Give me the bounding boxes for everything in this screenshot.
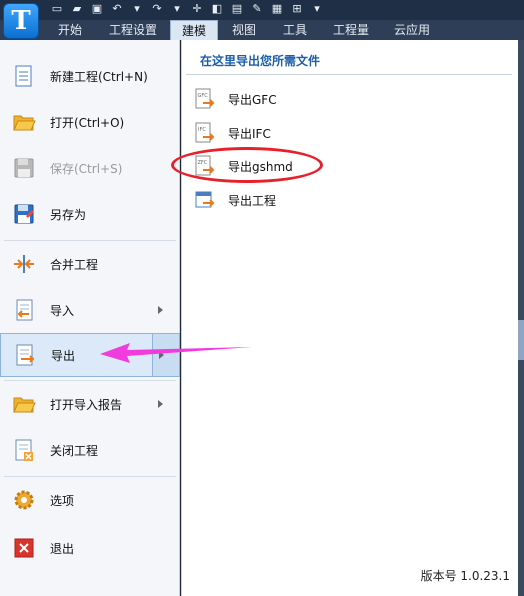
app-logo-button[interactable]: T	[3, 3, 39, 39]
background-scrollbar[interactable]	[518, 320, 524, 360]
open-folder-icon[interactable]: ▰	[70, 2, 84, 16]
menu-item-label: 退出	[50, 541, 75, 556]
export-item-label: 导出GFC	[228, 92, 277, 107]
exit-icon	[14, 538, 34, 558]
tab-tools[interactable]: 工具	[276, 20, 314, 40]
zfc-file-icon: ZFC	[195, 155, 215, 176]
menu-item-import[interactable]: 导入	[0, 288, 180, 332]
export-gfc-item[interactable]: GFC 导出GFC	[190, 86, 510, 112]
menu-item-open[interactable]: 打开(Ctrl+O)	[0, 100, 180, 144]
menu-item-label: 打开(Ctrl+O)	[50, 115, 125, 130]
tab-start[interactable]: 开始	[48, 20, 92, 40]
gfc-file-icon: GFC	[195, 88, 215, 109]
version-label: 版本号 1.0.23.1	[420, 569, 510, 583]
submenu-arrow-icon	[159, 351, 164, 359]
menu-item-label: 选项	[50, 493, 75, 508]
menu-item-close-project[interactable]: 关闭工程	[0, 428, 180, 472]
save-disk-icon	[14, 158, 34, 178]
customize-dropdown-icon[interactable]: ▾	[310, 2, 324, 16]
export-submenu-panel: 在这里导出您所需文件 GFC 导出GFC IFC 导出IFC ZFC 导出gsh…	[181, 40, 518, 596]
file-menu: 新建工程(Ctrl+N) 打开(Ctrl+O) 保存(Ctrl+S) 另存为 合…	[0, 40, 180, 596]
menu-separator	[4, 380, 176, 381]
tab-quantities[interactable]: 工程量	[326, 20, 376, 40]
menu-item-open-import-report[interactable]: 打开导入报告	[0, 382, 180, 426]
dropdown-arrow-icon[interactable]: ▾	[170, 2, 184, 16]
grid-icon[interactable]: ▦	[270, 2, 284, 16]
svg-text:IFC: IFC	[198, 127, 206, 133]
menu-separator	[4, 240, 176, 241]
new-file-icon[interactable]: ▭	[50, 2, 64, 16]
new-file-icon	[15, 65, 32, 87]
export-project-icon	[195, 191, 215, 208]
panel-header: 在这里导出您所需文件	[200, 54, 321, 68]
menu-item-label: 导出	[51, 348, 76, 363]
svg-text:ZFC: ZFC	[198, 160, 208, 166]
export-ifc-item[interactable]: IFC 导出IFC	[190, 120, 510, 146]
tab-modeling[interactable]: 建模	[170, 20, 218, 40]
import-icon	[16, 299, 33, 321]
menu-item-label: 保存(Ctrl+S)	[50, 161, 123, 176]
screen-icon[interactable]: ▤	[230, 2, 244, 16]
menu-item-label: 新建工程(Ctrl+N)	[50, 69, 148, 84]
menu-item-label: 关闭工程	[50, 443, 99, 458]
menu-item-exit[interactable]: 退出	[0, 526, 180, 570]
merge-icon	[14, 255, 34, 273]
open-report-icon	[13, 397, 36, 413]
export-gshmd-item[interactable]: ZFC 导出gshmd	[190, 153, 510, 179]
save-as-icon	[14, 204, 34, 224]
dropdown-arrow-icon[interactable]: ▾	[130, 2, 144, 16]
menu-item-label: 合并工程	[50, 257, 99, 272]
add-icon[interactable]: ⊞	[290, 2, 304, 16]
export-item-label: 导出工程	[228, 193, 277, 208]
svg-text:GFC: GFC	[198, 93, 209, 99]
export-project-item[interactable]: 导出工程	[190, 187, 510, 213]
gear-icon	[14, 490, 34, 510]
menu-item-new-project[interactable]: 新建工程(Ctrl+N)	[0, 54, 180, 98]
menu-separator	[4, 476, 176, 477]
quick-access-toolbar: ▭ ▰ ▣ ↶ ▾ ↷ ▾ ✛ ◧ ▤ ✎ ▦ ⊞ ▾	[50, 2, 324, 18]
undo-icon[interactable]: ↶	[110, 2, 124, 16]
menu-item-save-as[interactable]: 另存为	[0, 192, 180, 236]
axis-icon[interactable]: ✛	[190, 2, 204, 16]
panel-divider	[186, 74, 512, 75]
submenu-split-button[interactable]	[152, 334, 179, 376]
save-disk-icon[interactable]: ▣	[90, 2, 104, 16]
menu-item-label: 导入	[50, 303, 75, 318]
submenu-arrow-icon	[158, 306, 163, 314]
open-folder-icon	[13, 115, 36, 131]
export-icon	[16, 344, 35, 366]
export-item-label: 导出IFC	[228, 126, 271, 141]
menu-item-merge-project[interactable]: 合并工程	[0, 242, 180, 286]
redo-icon[interactable]: ↷	[150, 2, 164, 16]
edit-icon[interactable]: ✎	[250, 2, 264, 16]
ribbon-tab-bar: 开始 工程设置 建模 视图 工具 工程量 云应用	[0, 20, 524, 40]
menu-item-export[interactable]: 导出	[0, 333, 180, 377]
background-window-edge	[518, 40, 524, 596]
layer-icon[interactable]: ◧	[210, 2, 224, 16]
close-file-icon	[15, 439, 33, 461]
tab-view[interactable]: 视图	[224, 20, 264, 40]
menu-item-options[interactable]: 选项	[0, 478, 180, 522]
submenu-arrow-icon	[158, 400, 163, 408]
export-item-label: 导出gshmd	[228, 159, 293, 174]
tab-cloud[interactable]: 云应用	[386, 20, 438, 40]
menu-item-label: 打开导入报告	[50, 397, 123, 412]
title-bar: ▭ ▰ ▣ ↶ ▾ ↷ ▾ ✛ ◧ ▤ ✎ ▦ ⊞ ▾	[0, 0, 524, 20]
ifc-file-icon: IFC	[195, 122, 215, 143]
menu-item-label: 另存为	[50, 207, 87, 222]
tab-project-settings[interactable]: 工程设置	[100, 20, 166, 40]
menu-item-save[interactable]: 保存(Ctrl+S)	[0, 146, 180, 190]
